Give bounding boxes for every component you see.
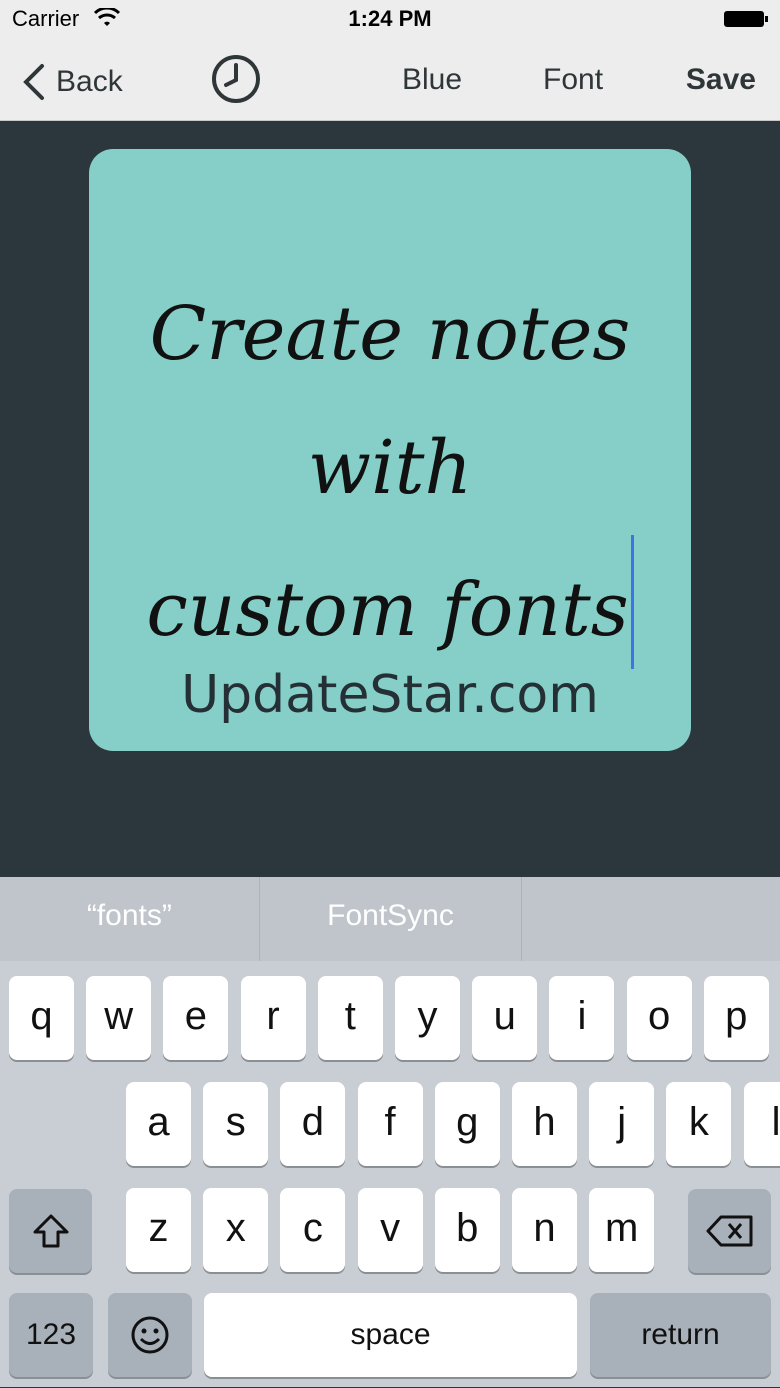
- shift-icon: [33, 1214, 68, 1248]
- note-line: Create notes with: [149, 291, 631, 511]
- key-e[interactable]: e: [163, 976, 229, 1060]
- key-v[interactable]: v: [357, 1188, 423, 1272]
- key-n[interactable]: n: [512, 1188, 577, 1272]
- key-o[interactable]: o: [626, 976, 692, 1060]
- suggestion-item[interactable]: “fonts”: [0, 877, 260, 961]
- keyboard: qwertyuiop asdfghjkl zxcvbnm 123 space r…: [0, 961, 780, 1387]
- chevron-left-icon: [23, 64, 44, 100]
- key-c[interactable]: c: [280, 1188, 346, 1272]
- key-t[interactable]: t: [317, 976, 383, 1060]
- key-h[interactable]: h: [512, 1082, 577, 1166]
- key-m[interactable]: m: [589, 1188, 655, 1272]
- editor-area: Create notes with custom fonts UpdateSta…: [0, 121, 780, 877]
- return-key[interactable]: return: [590, 1293, 771, 1377]
- space-key[interactable]: space: [204, 1293, 577, 1377]
- clock-icon[interactable]: [210, 53, 262, 105]
- note-text[interactable]: Create notes with custom fonts: [109, 267, 671, 677]
- key-w[interactable]: w: [86, 976, 152, 1060]
- emoji-key[interactable]: [108, 1293, 192, 1377]
- key-g[interactable]: g: [434, 1082, 500, 1166]
- key-q[interactable]: q: [9, 976, 74, 1060]
- key-s[interactable]: s: [203, 1082, 269, 1166]
- key-z[interactable]: z: [126, 1188, 191, 1272]
- font-button[interactable]: Font: [543, 62, 603, 98]
- battery-icon: [724, 11, 768, 27]
- key-b[interactable]: b: [434, 1188, 500, 1272]
- note-line: custom fonts: [146, 567, 629, 653]
- key-l[interactable]: l: [743, 1082, 780, 1166]
- suggestion-item[interactable]: [522, 877, 780, 961]
- note-card[interactable]: Create notes with custom fonts UpdateSta…: [89, 149, 691, 751]
- back-button[interactable]: Back: [22, 62, 123, 102]
- text-cursor: [630, 535, 634, 669]
- numbers-key[interactable]: 123: [9, 1293, 93, 1377]
- watermark: UpdateStar.com: [181, 665, 599, 725]
- key-p[interactable]: p: [703, 976, 769, 1060]
- delete-icon: [706, 1215, 752, 1247]
- status-time: 1:24 PM: [348, 6, 432, 31]
- key-u[interactable]: u: [472, 976, 538, 1060]
- shift-key[interactable]: [9, 1189, 92, 1273]
- delete-key[interactable]: [688, 1189, 771, 1273]
- color-button[interactable]: Blue: [402, 62, 462, 98]
- suggestion-bar: “fonts” FontSync: [0, 877, 780, 961]
- emoji-icon: [131, 1316, 169, 1354]
- key-d[interactable]: d: [280, 1082, 346, 1166]
- key-i[interactable]: i: [549, 976, 615, 1060]
- key-f[interactable]: f: [357, 1082, 423, 1166]
- key-x[interactable]: x: [203, 1188, 269, 1272]
- back-label: Back: [56, 65, 123, 98]
- key-a[interactable]: a: [126, 1082, 191, 1166]
- status-bar: Carrier 1:24 PM: [0, 0, 780, 40]
- key-k[interactable]: k: [666, 1082, 732, 1166]
- key-r[interactable]: r: [240, 976, 306, 1060]
- save-button[interactable]: Save: [686, 62, 756, 98]
- key-j[interactable]: j: [589, 1082, 655, 1166]
- navigation-bar: Back Blue Font Save: [0, 40, 780, 121]
- suggestion-item[interactable]: FontSync: [260, 877, 523, 961]
- key-y[interactable]: y: [395, 976, 460, 1060]
